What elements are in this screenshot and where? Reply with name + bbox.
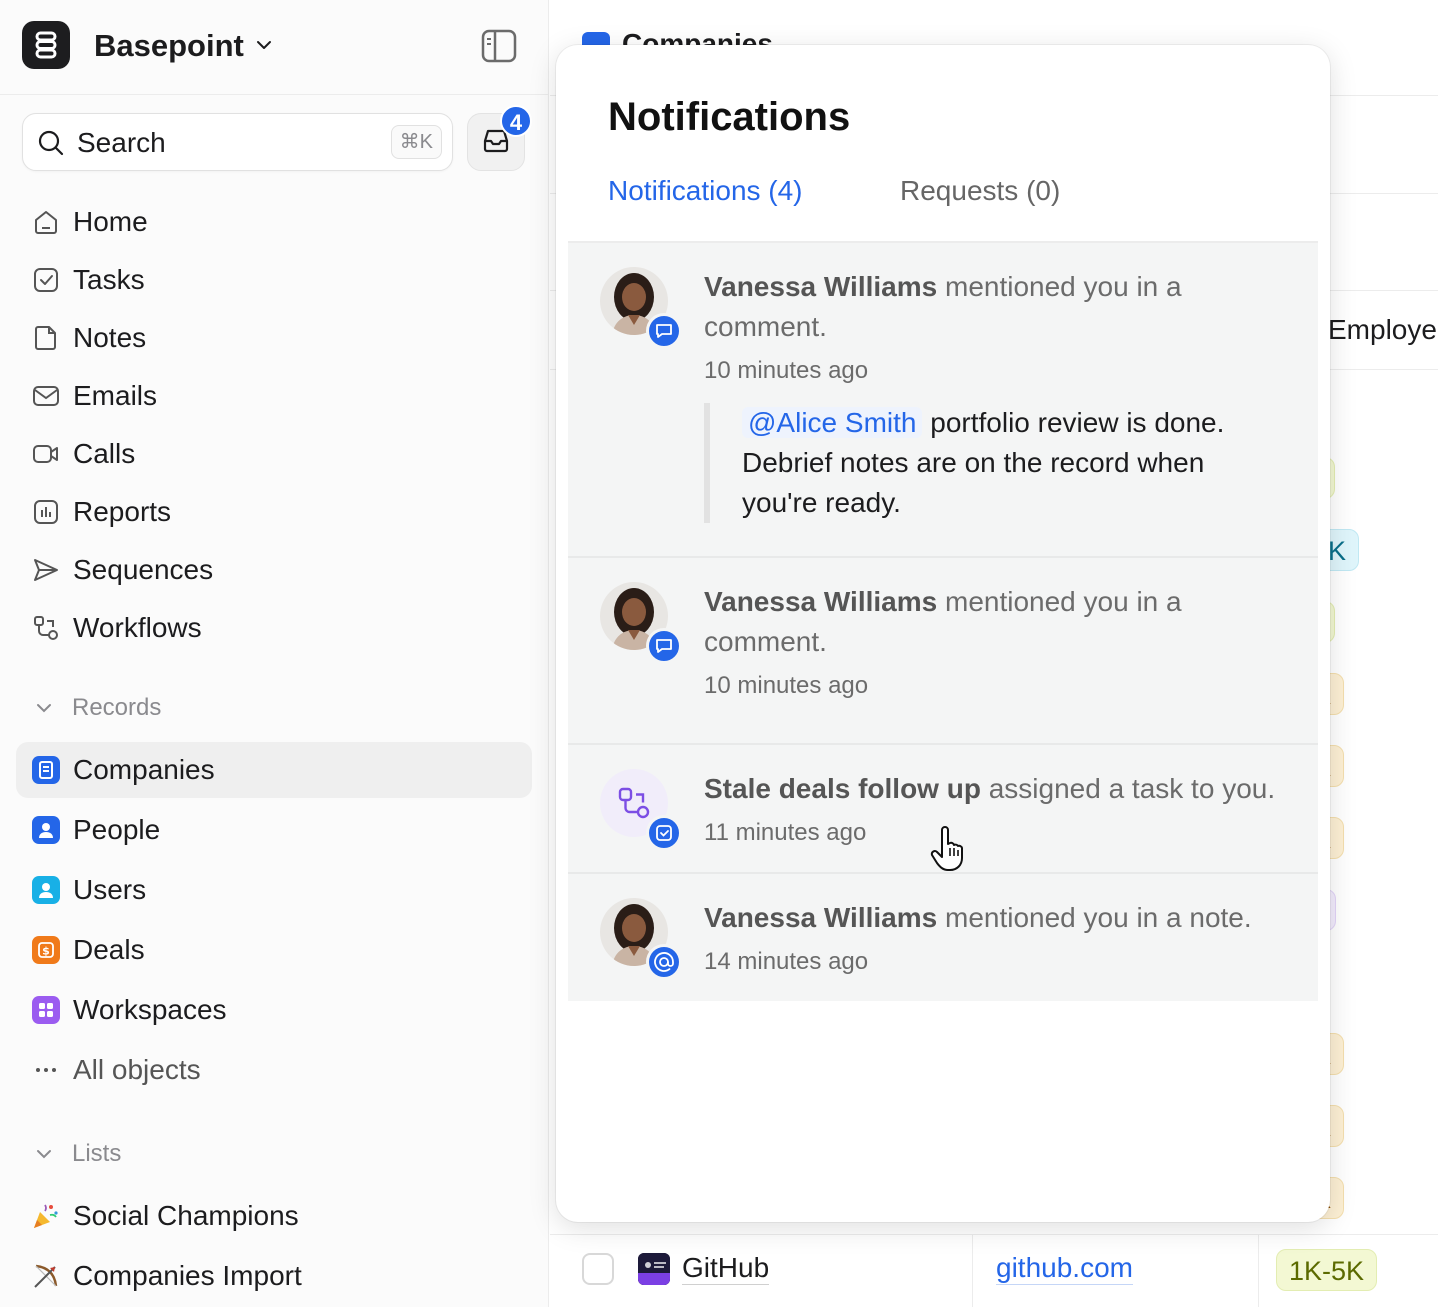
sidebar-item-label: Social Champions xyxy=(73,1200,299,1231)
divider xyxy=(972,1234,973,1307)
sidebar-item-label: Companies Import xyxy=(73,1260,302,1291)
task-check-icon xyxy=(30,264,62,296)
tab-notifications[interactable]: Notifications (4) xyxy=(608,175,803,207)
divider xyxy=(550,1234,1438,1235)
sidebar-item-companies[interactable]: Companies xyxy=(30,748,215,792)
workspace-name[interactable]: Basepoint xyxy=(94,28,244,64)
ellipsis-icon xyxy=(30,1054,62,1086)
nav-item-workflows[interactable]: Workflows xyxy=(30,606,202,650)
lists-section-header[interactable]: Lists xyxy=(34,1138,121,1170)
bow-and-arrow-icon xyxy=(30,1260,62,1292)
company-domain-link[interactable]: github.com xyxy=(996,1252,1133,1285)
popover-title: Notifications xyxy=(608,95,851,139)
row-checkbox[interactable] xyxy=(582,1253,614,1285)
sidebar-item-all-objects[interactable]: All objects xyxy=(30,1048,201,1092)
company-logo xyxy=(638,1253,670,1285)
chevron-down-icon xyxy=(34,698,54,718)
person-icon xyxy=(32,816,60,844)
notification-message: Vanessa Williams mentioned you in a comm… xyxy=(704,586,1182,657)
comment-icon xyxy=(646,628,682,664)
lists-header-label: Lists xyxy=(72,1140,122,1167)
sidebar-item-label: People xyxy=(73,814,161,845)
sidebar-item-label: Companies xyxy=(73,754,215,785)
inbox-badge: 4 xyxy=(500,105,532,137)
party-popper-icon xyxy=(30,1200,62,1232)
sidebar-item-label: Deals xyxy=(73,934,145,965)
company-name[interactable]: GitHub xyxy=(682,1252,770,1285)
nav-item-sequences[interactable]: Sequences xyxy=(30,548,213,592)
home-icon xyxy=(30,206,62,238)
workspace-logo[interactable] xyxy=(22,21,70,69)
nav-item-label: Emails xyxy=(73,380,158,411)
grid-icon xyxy=(32,996,60,1024)
nav-item-home[interactable]: Home xyxy=(30,200,148,244)
nav-item-tasks[interactable]: Tasks xyxy=(30,258,145,302)
nav-item-label: Tasks xyxy=(73,264,145,295)
notification-item[interactable]: Vanessa Williams mentioned you in a comm… xyxy=(568,558,1318,743)
sidebar-item-workspaces[interactable]: Workspaces xyxy=(30,988,227,1032)
sidebar-item-users[interactable]: Users xyxy=(30,868,146,912)
tab-requests[interactable]: Requests (0) xyxy=(900,175,1060,207)
nav-item-label: Notes xyxy=(73,322,147,353)
nav-item-reports[interactable]: Reports xyxy=(30,490,171,534)
mail-icon xyxy=(30,380,62,412)
nav-item-label: Sequences xyxy=(73,554,214,585)
notification-timestamp: 11 minutes ago xyxy=(704,819,867,846)
svg-text:$: $ xyxy=(42,945,50,958)
records-header-label: Records xyxy=(72,694,162,721)
sidebar-item-people[interactable]: People xyxy=(30,808,160,852)
notification-message: Vanessa Williams mentioned you in a comm… xyxy=(704,271,1182,342)
comment-quote: @Alice Smith portfolio review is done. D… xyxy=(704,403,1284,523)
search-icon xyxy=(37,129,65,162)
workspace-header: Basepoint xyxy=(0,0,548,95)
at-sign-icon xyxy=(646,944,682,980)
sidebar-item-label: All objects xyxy=(73,1054,201,1085)
task-check-icon xyxy=(646,815,682,851)
notification-timestamp: 10 minutes ago xyxy=(704,672,869,699)
divider xyxy=(1258,1234,1259,1307)
notification-item[interactable]: Vanessa Williams mentioned you in a note… xyxy=(568,874,1318,1001)
sidebar-item-label: Workspaces xyxy=(73,994,227,1025)
employee-range-pill: 1K-5K xyxy=(1276,1249,1378,1291)
sidebar-toggle-icon[interactable] xyxy=(481,29,517,68)
chevron-down-icon xyxy=(34,1144,54,1164)
nav-item-emails[interactable]: Emails xyxy=(30,374,157,418)
notification-item[interactable]: Vanessa Williams mentioned you in a comm… xyxy=(568,243,1318,556)
nav-item-notes[interactable]: Notes xyxy=(30,316,146,360)
video-camera-icon xyxy=(30,438,62,470)
nav-item-label: Home xyxy=(73,206,148,237)
sidebar-item-social-champions[interactable]: Social Champions xyxy=(30,1194,299,1238)
nav-item-label: Workflows xyxy=(73,612,202,643)
send-icon xyxy=(30,554,62,586)
search-shortcut: ⌘K xyxy=(390,125,442,159)
building-icon xyxy=(32,756,60,784)
user-icon xyxy=(32,876,60,904)
nav-item-label: Calls xyxy=(73,438,136,469)
sidebar-item-label: Users xyxy=(73,874,147,905)
notification-timestamp: 14 minutes ago xyxy=(704,948,869,975)
notifications-popover: Notifications Notifications (4) Requests… xyxy=(556,45,1330,1222)
notification-message: Stale deals follow up assigned a task to… xyxy=(704,773,1276,804)
notification-timestamp: 10 minutes ago xyxy=(704,357,869,384)
search-input[interactable]: Search ⌘K xyxy=(22,113,453,171)
hand-pointer-cursor-icon xyxy=(930,826,970,877)
notification-message: Vanessa Williams mentioned you in a note… xyxy=(704,902,1252,933)
sidebar-item-deals[interactable]: $ Deals xyxy=(30,928,145,972)
chevron-down-icon[interactable] xyxy=(254,35,274,60)
nav-item-label: Reports xyxy=(73,496,172,527)
nav-item-calls[interactable]: Calls xyxy=(30,432,135,476)
mention-link[interactable]: @Alice Smith xyxy=(742,407,923,438)
note-icon xyxy=(30,322,62,354)
dollar-icon: $ xyxy=(32,936,60,964)
comment-icon xyxy=(646,313,682,349)
sidebar: Basepoint Search ⌘K 4 Home Tasks Notes E… xyxy=(0,0,549,1307)
search-label: Search xyxy=(77,127,166,158)
sidebar-item-companies-import[interactable]: Companies Import xyxy=(30,1254,302,1298)
records-section-header[interactable]: Records xyxy=(34,692,161,724)
bar-chart-icon xyxy=(30,496,62,528)
workflow-icon xyxy=(30,612,62,644)
column-header-employees[interactable]: Employe xyxy=(1328,314,1437,346)
